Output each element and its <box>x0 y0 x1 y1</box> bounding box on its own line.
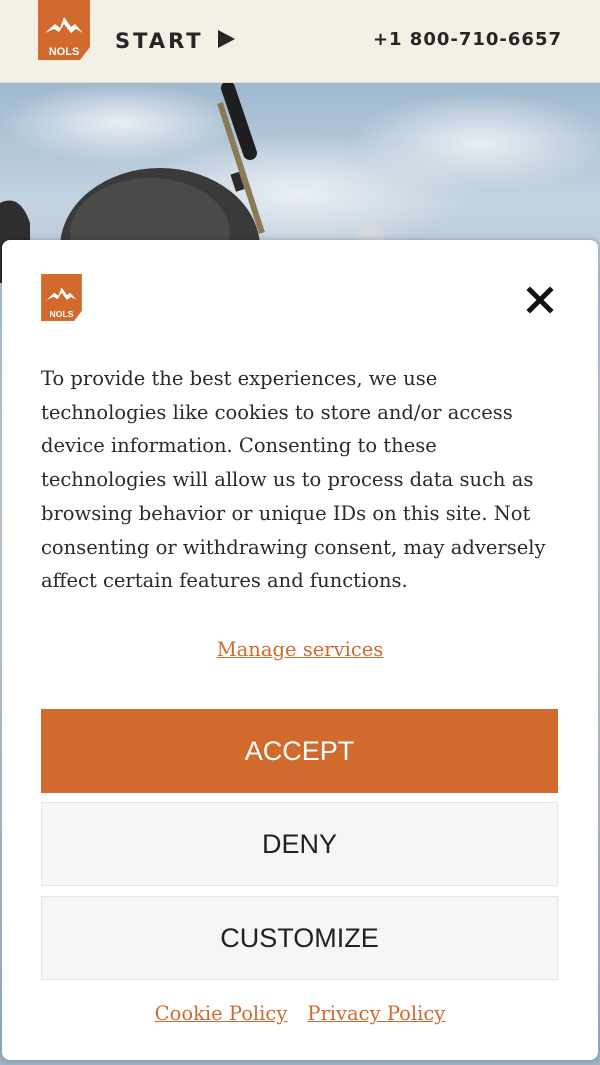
manage-services-link[interactable]: Manage services <box>2 638 598 661</box>
start-label: START <box>115 29 204 53</box>
nols-logo-icon: NOLS <box>41 274 82 321</box>
cookie-policy-link[interactable]: Cookie Policy <box>155 1002 288 1025</box>
accept-button[interactable]: ACCEPT <box>41 709 558 793</box>
consent-message: To provide the best experiences, we use … <box>41 367 546 593</box>
site-header: NOLS START +1 800-710-6657 <box>0 0 600 83</box>
deny-button[interactable]: DENY <box>41 802 558 886</box>
start-link[interactable]: START <box>115 26 236 56</box>
close-button[interactable] <box>520 280 560 320</box>
nols-logo-icon: NOLS <box>38 0 90 60</box>
nols-logo-text: NOLS <box>49 46 80 58</box>
privacy-policy-link[interactable]: Privacy Policy <box>307 1002 445 1025</box>
policy-links: Cookie Policy Privacy Policy <box>2 1002 598 1025</box>
nols-logo[interactable]: NOLS <box>38 0 90 60</box>
phone-number-link[interactable]: +1 800-710-6657 <box>373 29 562 50</box>
close-icon <box>526 286 554 314</box>
consent-logo-text: NOLS <box>50 309 74 319</box>
cookie-consent-dialog: NOLS To provide the best experiences, we… <box>2 240 598 1060</box>
play-icon <box>216 29 236 54</box>
consent-logo: NOLS <box>41 274 82 321</box>
customize-button[interactable]: CUSTOMIZE <box>41 896 558 980</box>
